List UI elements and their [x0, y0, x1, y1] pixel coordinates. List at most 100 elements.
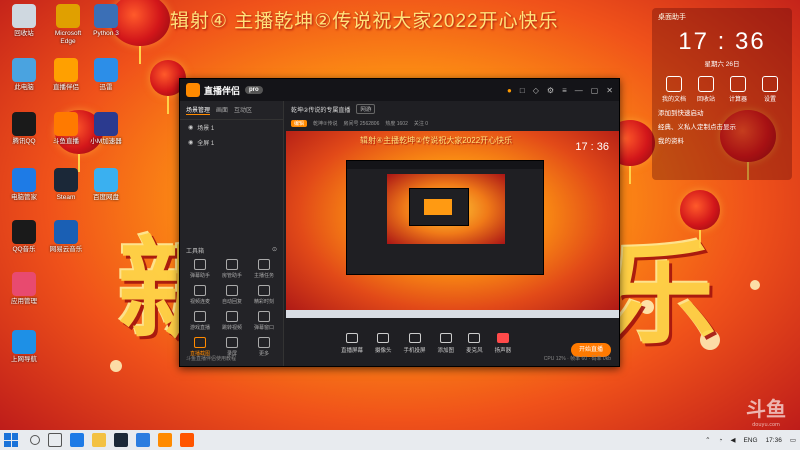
toolbox-item[interactable]: 精彩时刻 — [248, 285, 280, 305]
douyu-watermark: 斗鱼 douyu.com — [746, 397, 786, 428]
toolbox-item[interactable]: 直播截图 — [184, 337, 216, 357]
app-logo-icon — [186, 83, 200, 97]
stream-control[interactable]: 摄像头 — [375, 332, 392, 354]
menu-icon[interactable]: ≡ — [562, 86, 567, 95]
tool-icon — [226, 337, 238, 348]
desktop-icon[interactable]: Python 3 — [86, 4, 126, 38]
toolbox-item[interactable]: 游戏直播 — [184, 311, 216, 331]
widget-link[interactable]: 经典、义私人定制点击显示 — [658, 121, 786, 131]
desktop-icon[interactable]: 应用管理 — [4, 272, 44, 306]
eye-icon[interactable]: ◉ — [188, 124, 193, 131]
edit-button[interactable]: 编辑 — [291, 119, 308, 127]
room-title[interactable]: 乾坤②传说的专属直播 — [291, 105, 350, 114]
desktop-icon[interactable]: QQ音乐 — [4, 220, 44, 254]
stream-control[interactable]: 直播屏幕 — [341, 332, 363, 354]
toolbox-item[interactable]: 录屏 — [216, 337, 248, 357]
app-sidebar: 场景管理 画面 互动区 ◉ 场景 1 ◉ 全屏 1 工具箱 ⊙ 弹幕助手 房管助手… — [180, 101, 284, 366]
desktop-icon[interactable]: 腾讯QQ — [4, 112, 44, 146]
desktop-icon[interactable]: 回收站 — [4, 4, 44, 38]
widget-shortcut[interactable]: 设置 — [755, 76, 785, 103]
douyu-taskbar-icon[interactable] — [180, 433, 194, 447]
tab-interaction[interactable]: 互动区 — [234, 105, 252, 115]
scene-item[interactable]: ◉ 场景 1 — [180, 120, 283, 135]
volume-icon[interactable]: ◀ — [730, 436, 735, 444]
tab-picture[interactable]: 画面 — [216, 105, 228, 115]
room-category-tag[interactable]: 网游 — [356, 104, 376, 114]
widget-shortcut[interactable]: 计算器 — [723, 76, 753, 103]
toolbox-item[interactable]: 跳转视频 — [216, 311, 248, 331]
steam-taskbar-icon[interactable] — [114, 433, 128, 447]
widget-link[interactable]: 添加到快速启动 — [658, 107, 786, 117]
sidebar-footer[interactable]: 斗鱼直播伴侣使用教程 — [186, 355, 236, 362]
desktop-icon[interactable]: 直播伴侣 — [46, 58, 86, 92]
stream-control[interactable]: 添加图 — [438, 332, 454, 354]
scene-item[interactable]: ◉ 全屏 1 — [180, 135, 283, 150]
widget-shortcut[interactable]: 我的文档 — [659, 76, 689, 103]
preview-taskbar — [286, 310, 619, 318]
toolbox-item[interactable]: 自动回复 — [216, 285, 248, 305]
tray-up-arrow-icon[interactable]: ⌃ — [705, 436, 710, 444]
wallpaper-banner: 辑射④ 主播乾坤②传说祝大家2022开心快乐 — [170, 11, 559, 32]
language-indicator[interactable]: ENG — [743, 437, 757, 444]
clock-widget[interactable]: 桌面助手 17 : 36 星期六 26日 我的文档 回收站 计算器 设置 添加到… — [652, 8, 792, 180]
tool-icon — [258, 285, 270, 296]
desktop-icon-label: Microsoft Edge — [54, 30, 82, 45]
stream-control[interactable]: 手机投屏 — [403, 332, 426, 354]
control-label: 手机投屏 — [403, 347, 426, 354]
mascot-icon[interactable]: ● — [507, 86, 512, 95]
python-icon — [94, 4, 118, 28]
minimize-icon[interactable]: — — [575, 86, 583, 95]
store-taskbar-icon[interactable] — [136, 433, 150, 447]
toolbox-item[interactable]: 弹幕窗口 — [248, 311, 280, 331]
tool-icon — [194, 259, 206, 270]
tab-scenes[interactable]: 场景管理 — [186, 105, 211, 115]
desktop-icon-label: QQ音乐 — [12, 246, 36, 253]
thunder-icon — [94, 58, 118, 82]
edge-taskbar-icon[interactable] — [70, 433, 84, 447]
taskbar-clock[interactable]: 17:36 — [766, 437, 782, 444]
desktop-icon[interactable]: 电脑管家 — [4, 168, 44, 202]
desktop-icon-label: Python 3 — [93, 30, 119, 37]
close-icon[interactable]: ✕ — [606, 86, 613, 95]
computer-icon — [12, 58, 36, 82]
desktop-icon[interactable]: 网易云音乐 — [46, 220, 86, 254]
toolbox-item[interactable]: 主播任务 — [248, 259, 280, 279]
gift-icon[interactable]: ◇ — [533, 86, 539, 95]
widget-shortcut[interactable]: 回收站 — [691, 76, 721, 103]
toolbox-item[interactable]: 弹幕助手 — [184, 259, 216, 279]
folder-taskbar-icon[interactable] — [92, 433, 106, 447]
eye-icon[interactable]: ◉ — [188, 139, 193, 146]
desktop-icon[interactable]: 百度网盘 — [86, 168, 126, 202]
desktop-icon[interactable]: 迅雷 — [86, 58, 126, 92]
maximize-icon[interactable]: ▢ — [591, 86, 599, 95]
nested-app-window — [346, 160, 544, 275]
widget-link[interactable]: 我的资料 — [658, 135, 786, 145]
desktop-icon-label: 小M加速器 — [90, 138, 122, 145]
livestream-taskbar-icon[interactable] — [158, 433, 172, 447]
message-icon[interactable]: □ — [520, 86, 525, 95]
start-button[interactable] — [4, 433, 18, 447]
toolbox-item[interactable]: 视频连麦 — [184, 285, 216, 305]
settings-icon[interactable]: ⚙ — [547, 86, 554, 95]
desktop-icon[interactable]: Microsoft Edge — [48, 4, 88, 46]
shield-icon — [12, 168, 36, 192]
toolbox-item[interactable]: 房管助手 — [216, 259, 248, 279]
desktop-icon[interactable]: Steam — [46, 168, 86, 202]
stream-control[interactable]: 麦克风 — [466, 332, 483, 354]
desktop-icon[interactable]: 上网导航 — [4, 330, 44, 364]
desktop-icon[interactable]: 斗鱼直播 — [46, 112, 86, 146]
tool-label: 视频连麦 — [189, 299, 210, 305]
tool-label: 游戏直播 — [189, 325, 210, 331]
task-view-icon[interactable] — [48, 433, 62, 447]
qq-music-icon — [12, 220, 36, 244]
stream-control[interactable]: 扬声器 — [495, 332, 511, 354]
stream-preview[interactable]: 辑射④主播乾坤②传说祝大家2022开心快乐 17 : 36 — [286, 131, 619, 318]
desktop-icon[interactable]: 此电脑 — [4, 58, 44, 92]
notification-icon[interactable]: ▭ — [790, 436, 796, 444]
network-icon[interactable]: ◔ — [719, 437, 723, 444]
toolbox-more-icon[interactable]: ⊙ — [272, 246, 277, 255]
toolbox-item[interactable]: 更多 — [248, 337, 280, 357]
m-app-icon — [94, 112, 118, 136]
search-icon[interactable] — [30, 435, 40, 445]
desktop-icon[interactable]: 小M加速器 — [86, 112, 126, 146]
